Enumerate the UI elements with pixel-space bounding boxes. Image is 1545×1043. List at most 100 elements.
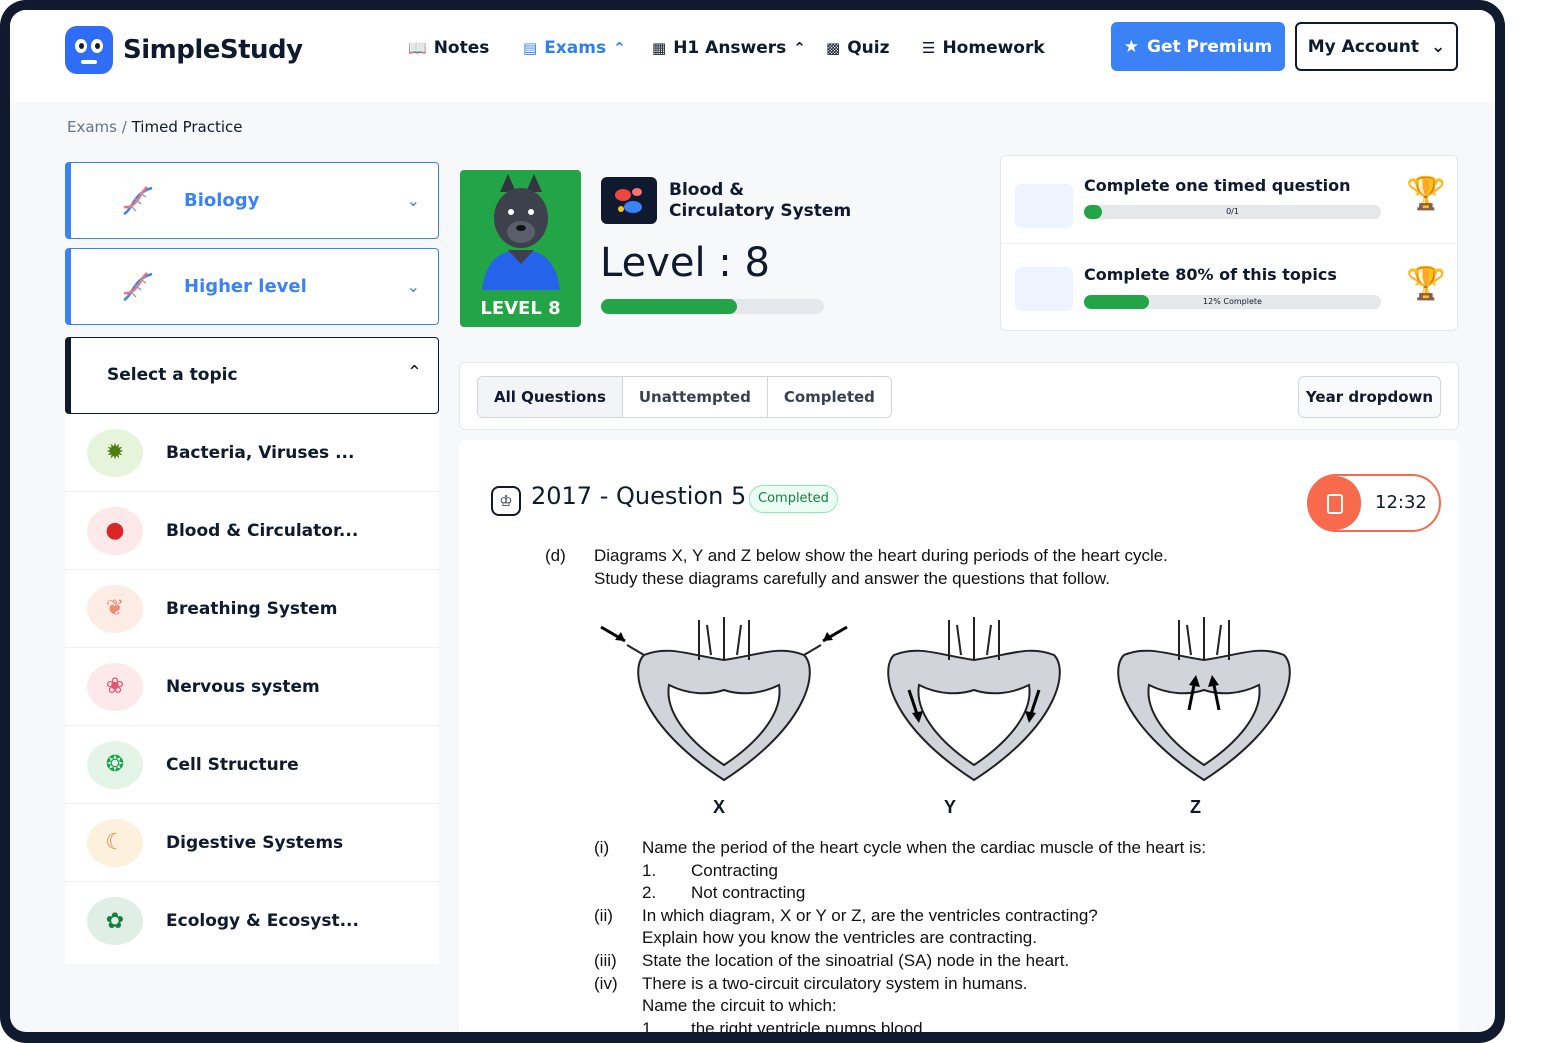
question-line-text: Contracting <box>691 860 778 880</box>
question-line-text: In which diagram, X or Y or Z, are the v… <box>642 905 1098 925</box>
quiz-icon: ▩ <box>826 39 841 57</box>
get-premium-button[interactable]: ★ Get Premium <box>1111 22 1285 71</box>
question-line-text: Explain how you know the ventricles are … <box>642 928 1037 948</box>
nav-homework[interactable]: ☰ Homework <box>922 38 1045 58</box>
question-line-text: Not contracting <box>691 883 806 903</box>
question-line-text: the right ventricle pumps blood. <box>691 1018 928 1032</box>
topic-item-cell[interactable]: ❂ Cell Structure <box>65 726 439 804</box>
book-icon: 📖 <box>408 39 427 57</box>
level-progress-bar <box>601 299 824 314</box>
level-progress-fill <box>601 299 738 314</box>
logo-mascot-icon <box>65 26 113 74</box>
question-line-text: Name the circuit to which: <box>642 996 837 1016</box>
globe-leaf-icon: ✿ <box>87 897 143 945</box>
question-line-text: Name the period of the heart cycle when … <box>642 838 1207 857</box>
goal-item: Complete one timed question 0/1 🏆 <box>1001 156 1457 244</box>
star-icon: ★ <box>1123 36 1139 57</box>
question-line-number: 2. <box>642 883 657 903</box>
diagram-label-z: Z <box>1190 797 1201 817</box>
nav-notes[interactable]: 📖 Notes <box>408 38 489 58</box>
exam-icon: ▤ <box>523 39 538 57</box>
timer-value: 12:32 <box>1375 492 1427 513</box>
topic-list: ✹ Bacteria, Viruses ... ● Blood & Circul… <box>65 414 439 964</box>
tab-unattempted[interactable]: Unattempted <box>623 377 768 417</box>
level-select[interactable]: Higher level ⌄ <box>65 248 439 325</box>
goal-progress-bar: 12% Complete <box>1084 295 1381 309</box>
nav-quiz[interactable]: ▩ Quiz <box>826 38 889 58</box>
question-line-number: 1. <box>642 1018 657 1032</box>
subject-select[interactable]: Biology ⌄ <box>65 162 439 239</box>
topic-item-breathing[interactable]: ❦ Breathing System <box>65 570 439 648</box>
gold-trophy-icon: 🏆 <box>1406 174 1446 212</box>
stomach-icon: ☾ <box>87 818 143 867</box>
crown-icon: ♔ <box>491 486 521 516</box>
breadcrumb-exams[interactable]: Exams <box>67 118 117 136</box>
question-intro-1: Diagrams X, Y and Z below show the heart… <box>594 546 1168 565</box>
question-filters: All Questions Unattempted Completed Year… <box>459 362 1459 430</box>
breadcrumb-current: Timed Practice <box>131 118 243 136</box>
question-line-number: 1. <box>642 860 657 880</box>
my-account-button[interactable]: My Account ⌄ <box>1295 22 1458 71</box>
question-intro-2: Study these diagrams carefully and answe… <box>594 569 1110 588</box>
chevron-down-icon: ⌄ <box>406 191 420 210</box>
goal-progress-bar: 0/1 <box>1084 205 1381 219</box>
question-line-number: (i) <box>594 838 610 857</box>
goals-card: Complete one timed question 0/1 🏆 Comple… <box>1000 155 1458 331</box>
question-panel: ♔ 2017 - Question 5 Completed 12:32 (d) … <box>459 440 1459 1032</box>
question-line-text: There is a two-circuit circulatory syste… <box>642 973 1028 993</box>
wolf-mascot-icon <box>482 174 560 290</box>
stop-timer-button[interactable] <box>1309 476 1361 530</box>
heart-diagram-z <box>1117 617 1291 782</box>
brand-name: SimpleStudy <box>123 35 303 65</box>
question-line-number: (ii) <box>594 905 613 925</box>
topic-item-blood[interactable]: ● Blood & Circulator... <box>65 492 439 570</box>
level-text: Level : 8 <box>600 240 770 286</box>
year-dropdown[interactable]: Year dropdown <box>1298 376 1441 418</box>
status-badge: Completed <box>749 485 838 513</box>
chevron-up-icon: ⌃ <box>406 362 422 383</box>
brain-icon: ❀ <box>87 662 143 711</box>
nav-h1-answers[interactable]: ▦ H1 Answers ⌃ <box>652 38 806 58</box>
heart-diagram-y <box>887 617 1061 782</box>
dna-icon <box>123 271 153 302</box>
tab-all-questions[interactable]: All Questions <box>478 377 623 417</box>
top-header: SimpleStudy 📖 Notes ▤ Exams ⌃ ▦ H1 Answe… <box>10 10 1495 102</box>
cell-icon: ❂ <box>87 740 143 789</box>
chevron-down-icon: ⌄ <box>406 277 420 296</box>
level-card: LEVEL 8 <box>460 170 581 327</box>
goal-item: Complete 80% of this topics 12% Complete… <box>1001 244 1457 332</box>
filter-tabs: All Questions Unattempted Completed <box>477 376 892 418</box>
brand-logo[interactable]: SimpleStudy <box>65 26 303 74</box>
lungs-icon: ❦ <box>87 584 143 633</box>
question-line-text: State the location of the sinoatrial (SA… <box>642 951 1070 970</box>
homework-icon: ☰ <box>922 39 936 57</box>
question-line-number: (iv) <box>594 973 618 993</box>
tab-completed[interactable]: Completed <box>768 377 891 417</box>
chevron-down-icon: ⌄ <box>1431 36 1446 57</box>
nav-exams[interactable]: ▤ Exams ⌃ <box>523 38 626 58</box>
heart-diagram-x <box>600 617 848 782</box>
device-frame: SimpleStudy 📖 Notes ▤ Exams ⌃ ▦ H1 Answe… <box>0 0 1505 1043</box>
level-badge: LEVEL 8 <box>480 298 561 319</box>
app-screen: SimpleStudy 📖 Notes ▤ Exams ⌃ ▦ H1 Answe… <box>10 10 1495 1032</box>
diagram-label-y: Y <box>944 797 957 817</box>
chevron-up-icon: ⌃ <box>793 39 806 57</box>
topic-select[interactable]: Select a topic ⌃ <box>65 337 439 414</box>
blood-cells-icon <box>601 177 657 224</box>
question-timer: 12:32 <box>1307 474 1441 532</box>
silver-trophy-icon: 🏆 <box>1406 264 1446 302</box>
mascot-board-icon <box>1015 267 1073 311</box>
answers-icon: ▦ <box>652 39 667 57</box>
topic-item-nervous[interactable]: ❀ Nervous system <box>65 648 439 726</box>
topic-item-bacteria[interactable]: ✹ Bacteria, Viruses ... <box>65 414 439 492</box>
topic-item-ecology[interactable]: ✿ Ecology & Ecosyst... <box>65 882 439 960</box>
question-part: (d) <box>545 546 566 565</box>
current-topic-title: Blood & Circulatory System <box>669 180 852 221</box>
mascot-timer-icon <box>1015 184 1073 228</box>
topic-item-digestive[interactable]: ☾ Digestive Systems <box>65 804 439 882</box>
question-title: 2017 - Question 5 <box>531 482 747 510</box>
blood-cells-icon: ● <box>87 506 143 555</box>
breadcrumb: Exams / Timed Practice <box>67 118 243 136</box>
bacteria-icon: ✹ <box>87 428 143 477</box>
diagram-label-x: X <box>713 797 726 817</box>
